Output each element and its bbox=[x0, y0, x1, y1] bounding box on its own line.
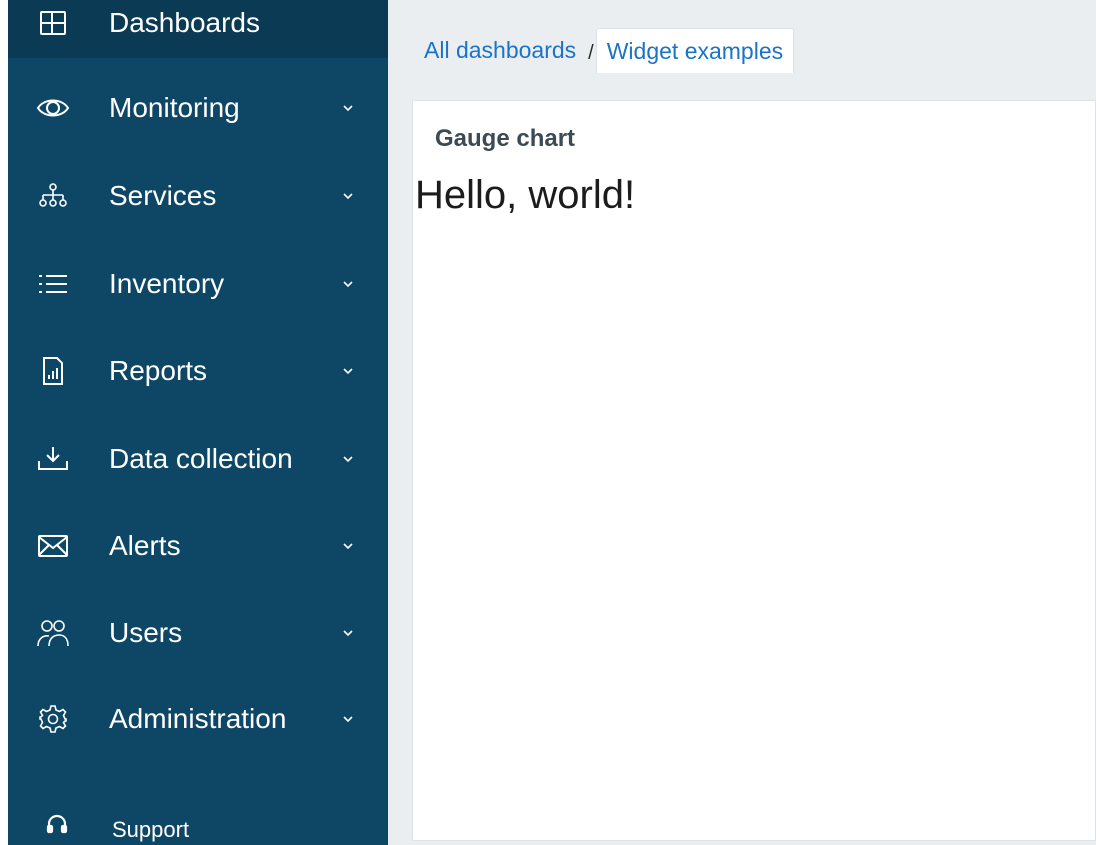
sidebar-item-alerts[interactable]: Alerts bbox=[8, 511, 388, 581]
breadcrumb-link-all-dashboards[interactable]: All dashboards bbox=[414, 28, 586, 72]
sidebar-item-label: Services bbox=[109, 180, 217, 211]
users-icon bbox=[36, 616, 70, 650]
widget-content: Hello, world! bbox=[415, 173, 636, 217]
list-icon bbox=[36, 267, 70, 301]
breadcrumb-current-dashboard[interactable]: Widget examples bbox=[595, 27, 795, 73]
sidebar-item-monitoring[interactable]: Monitoring bbox=[8, 73, 388, 143]
sidebar-item-label: Data collection bbox=[109, 443, 293, 474]
dashboard-widget: Gauge chart Hello, world! bbox=[412, 100, 1096, 841]
sidebar-edge bbox=[0, 0, 8, 845]
sidebar-item-services[interactable]: Services bbox=[8, 161, 388, 231]
sidebar-item-label: Monitoring bbox=[109, 92, 240, 123]
sidebar: Dashboards Monitoring Services Inventory… bbox=[0, 0, 388, 845]
dashboard-icon bbox=[36, 6, 70, 40]
services-tree-icon bbox=[36, 179, 70, 213]
chevron-down-icon[interactable] bbox=[340, 711, 356, 727]
report-icon bbox=[36, 354, 70, 388]
gear-icon bbox=[36, 702, 70, 736]
chevron-down-icon[interactable] bbox=[340, 451, 356, 467]
chevron-down-icon[interactable] bbox=[340, 363, 356, 379]
breadcrumb: All dashboards / Widget examples bbox=[414, 27, 795, 73]
sidebar-item-label: Reports bbox=[109, 355, 208, 386]
sidebar-item-label: Users bbox=[109, 617, 183, 648]
chevron-down-icon[interactable] bbox=[340, 538, 356, 554]
sidebar-item-label: Alerts bbox=[109, 530, 181, 561]
chevron-down-icon[interactable] bbox=[340, 188, 356, 204]
envelope-icon bbox=[36, 529, 70, 563]
chevron-down-icon[interactable] bbox=[340, 100, 356, 116]
sidebar-item-dashboards[interactable]: Dashboards bbox=[8, 0, 388, 58]
app-window: Dashboards Monitoring Services Inventory… bbox=[0, 0, 1096, 845]
sidebar-item-support[interactable]: Support bbox=[8, 800, 388, 845]
chevron-down-icon[interactable] bbox=[340, 625, 356, 641]
sidebar-item-label: Inventory bbox=[109, 268, 225, 299]
sidebar-item-reports[interactable]: Reports bbox=[8, 336, 388, 406]
widget-title: Gauge chart bbox=[435, 125, 576, 152]
sidebar-item-administration[interactable]: Administration bbox=[8, 684, 388, 754]
breadcrumb-separator: / bbox=[588, 41, 594, 64]
sidebar-item-users[interactable]: Users bbox=[8, 598, 388, 668]
download-icon bbox=[36, 442, 70, 476]
sidebar-item-data-collection[interactable]: Data collection bbox=[8, 424, 388, 494]
sidebar-item-inventory[interactable]: Inventory bbox=[8, 249, 388, 319]
chevron-down-icon[interactable] bbox=[340, 276, 356, 292]
eye-icon bbox=[36, 91, 70, 125]
sidebar-item-label: Dashboards bbox=[109, 7, 260, 38]
sidebar-item-label: Administration bbox=[109, 703, 287, 734]
sidebar-item-label: Support bbox=[112, 817, 190, 842]
headset-icon bbox=[46, 814, 68, 836]
